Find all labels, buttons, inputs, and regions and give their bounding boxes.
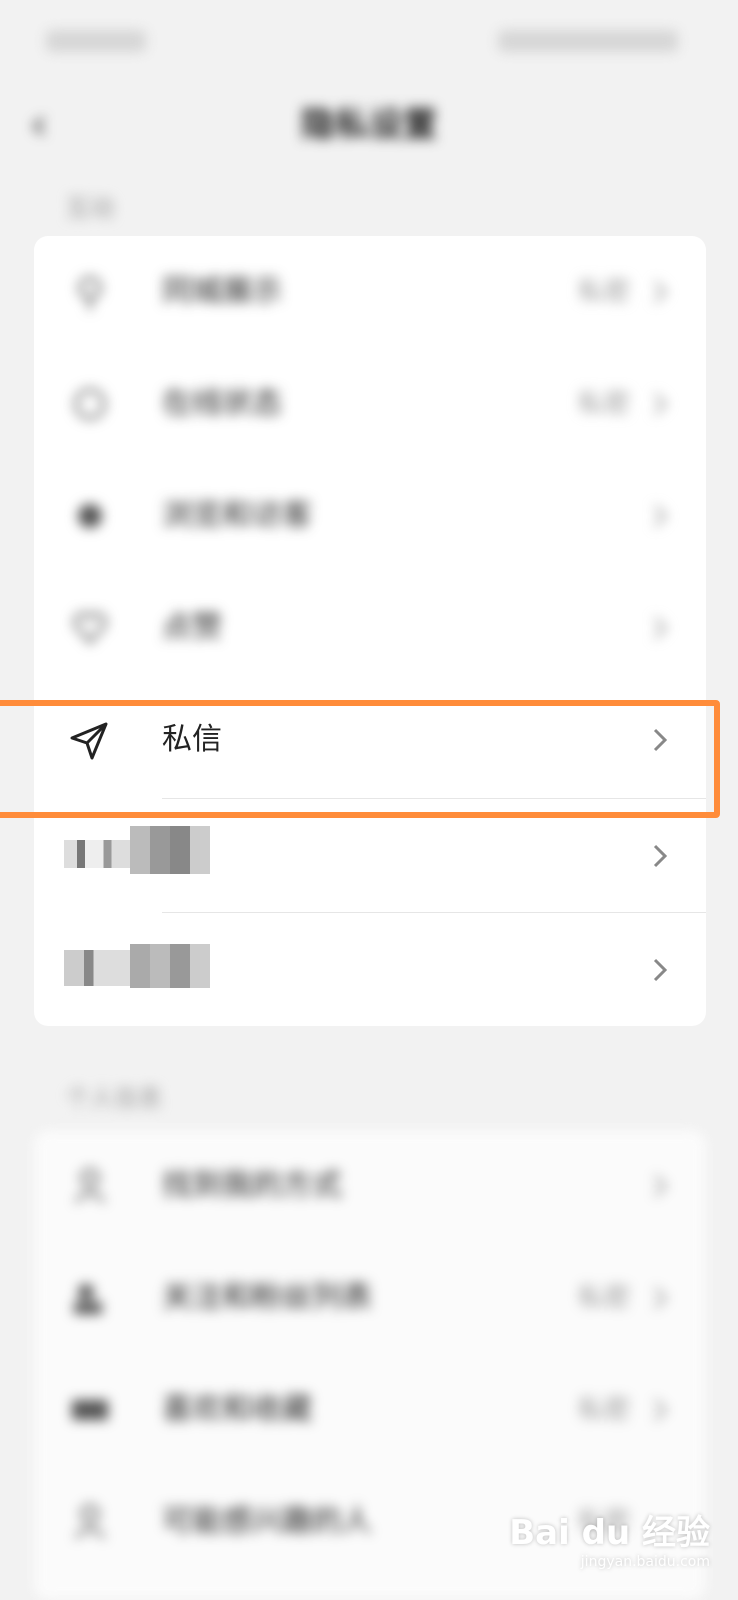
section-label-interaction: 互动 [66, 194, 114, 222]
chevron-right-icon [653, 504, 668, 528]
watermark-url: jingyan.baidu.com [580, 1554, 710, 1570]
status-icons [498, 30, 678, 52]
setting-row-label: 同城展示 [162, 274, 282, 309]
status-bar [0, 0, 738, 80]
settings-card-interaction: 同城展示 私密 在线状态 私密 浏览和访客 点赞 私信 [34, 236, 706, 1026]
heart-icon [73, 612, 107, 645]
watermark-logo: Bai du 经验 jingyan.baidu.com [509, 1505, 710, 1570]
highlight-box [0, 700, 720, 818]
location-icon [78, 276, 102, 310]
chevron-right-icon [653, 280, 668, 304]
person-add-icon [74, 1504, 106, 1539]
setting-row-value: 私密 [577, 1395, 630, 1425]
setting-row-online-status[interactable]: 在线状态 私密 [34, 348, 706, 460]
setting-row-label: 浏览和访客 [162, 498, 312, 533]
collection-icon [72, 1400, 108, 1420]
setting-row-likes[interactable]: 点赞 [34, 572, 706, 684]
chevron-right-icon [653, 958, 668, 982]
setting-row-browse-visitors[interactable]: 浏览和访客 [34, 460, 706, 572]
setting-row-label: 喜欢和收藏 [162, 1392, 312, 1427]
page-title: 隐私设置 [301, 105, 437, 145]
setting-row-label: 找到我的方式 [162, 1168, 342, 1203]
pixelated-icon [64, 840, 130, 868]
setting-row-value: 私密 [577, 277, 630, 307]
setting-row-likes-collections[interactable]: 喜欢和收藏 私密 [34, 1354, 706, 1466]
chevron-right-icon [653, 392, 668, 416]
pixelated-icon [64, 950, 130, 986]
setting-row-label: 可能感兴趣的人 [162, 1504, 372, 1539]
section-label-personal-info: 个人信息 [66, 1084, 162, 1112]
setting-row-label: 点赞 [162, 610, 222, 645]
row-divider [162, 912, 706, 913]
eye-icon [78, 504, 102, 528]
chevron-right-icon [653, 1286, 668, 1310]
chevron-right-icon [653, 616, 668, 640]
person-icon [74, 1168, 106, 1203]
pixelated-label [130, 944, 210, 988]
pixelated-label [130, 826, 210, 874]
status-time [46, 30, 146, 52]
setting-row-follow-list[interactable]: 关注和粉丝列表 私密 [34, 1242, 706, 1354]
setting-row-find-me[interactable]: 找到我的方式 [34, 1130, 706, 1242]
setting-row-nearby[interactable]: 同城展示 私密 [34, 236, 706, 348]
setting-row-value: 私密 [577, 1283, 630, 1313]
watermark-brand: Bai du 经验 [509, 1513, 710, 1553]
chevron-right-icon [653, 1174, 668, 1198]
setting-row-value: 私密 [577, 389, 630, 419]
person-status-icon [74, 388, 106, 420]
chevron-right-icon [653, 844, 668, 868]
setting-row-label: 关注和粉丝列表 [162, 1280, 372, 1315]
setting-row-pixelated-2[interactable] [34, 914, 706, 1026]
people-icon [74, 1284, 102, 1314]
chevron-right-icon [653, 1398, 668, 1422]
setting-row-label: 在线状态 [162, 386, 282, 421]
